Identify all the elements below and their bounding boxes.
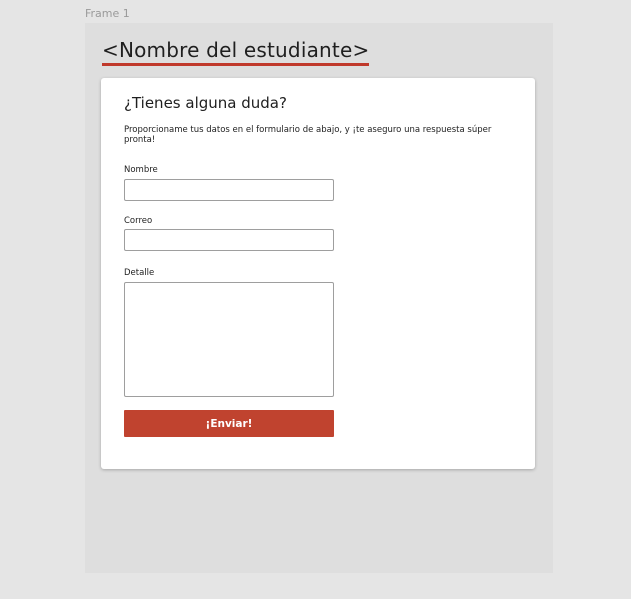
submit-button[interactable]: ¡Enviar! [124,410,334,437]
email-label: Correo [124,216,153,226]
frame-label: Frame 1 [85,7,130,20]
email-input[interactable] [124,229,334,251]
form-title: ¿Tienes alguna duda? [124,94,287,112]
name-input[interactable] [124,179,334,201]
form-description: Proporcioname tus datos en el formulario… [124,125,492,145]
student-name-title: <Nombre del estudiante> [102,38,370,66]
detail-label: Detalle [124,268,155,278]
detail-textarea[interactable] [124,282,334,397]
frame: <Nombre del estudiante> ¿Tienes alguna d… [85,23,553,573]
name-label: Nombre [124,165,158,175]
contact-form-card: ¿Tienes alguna duda? Proporcioname tus d… [101,78,535,469]
